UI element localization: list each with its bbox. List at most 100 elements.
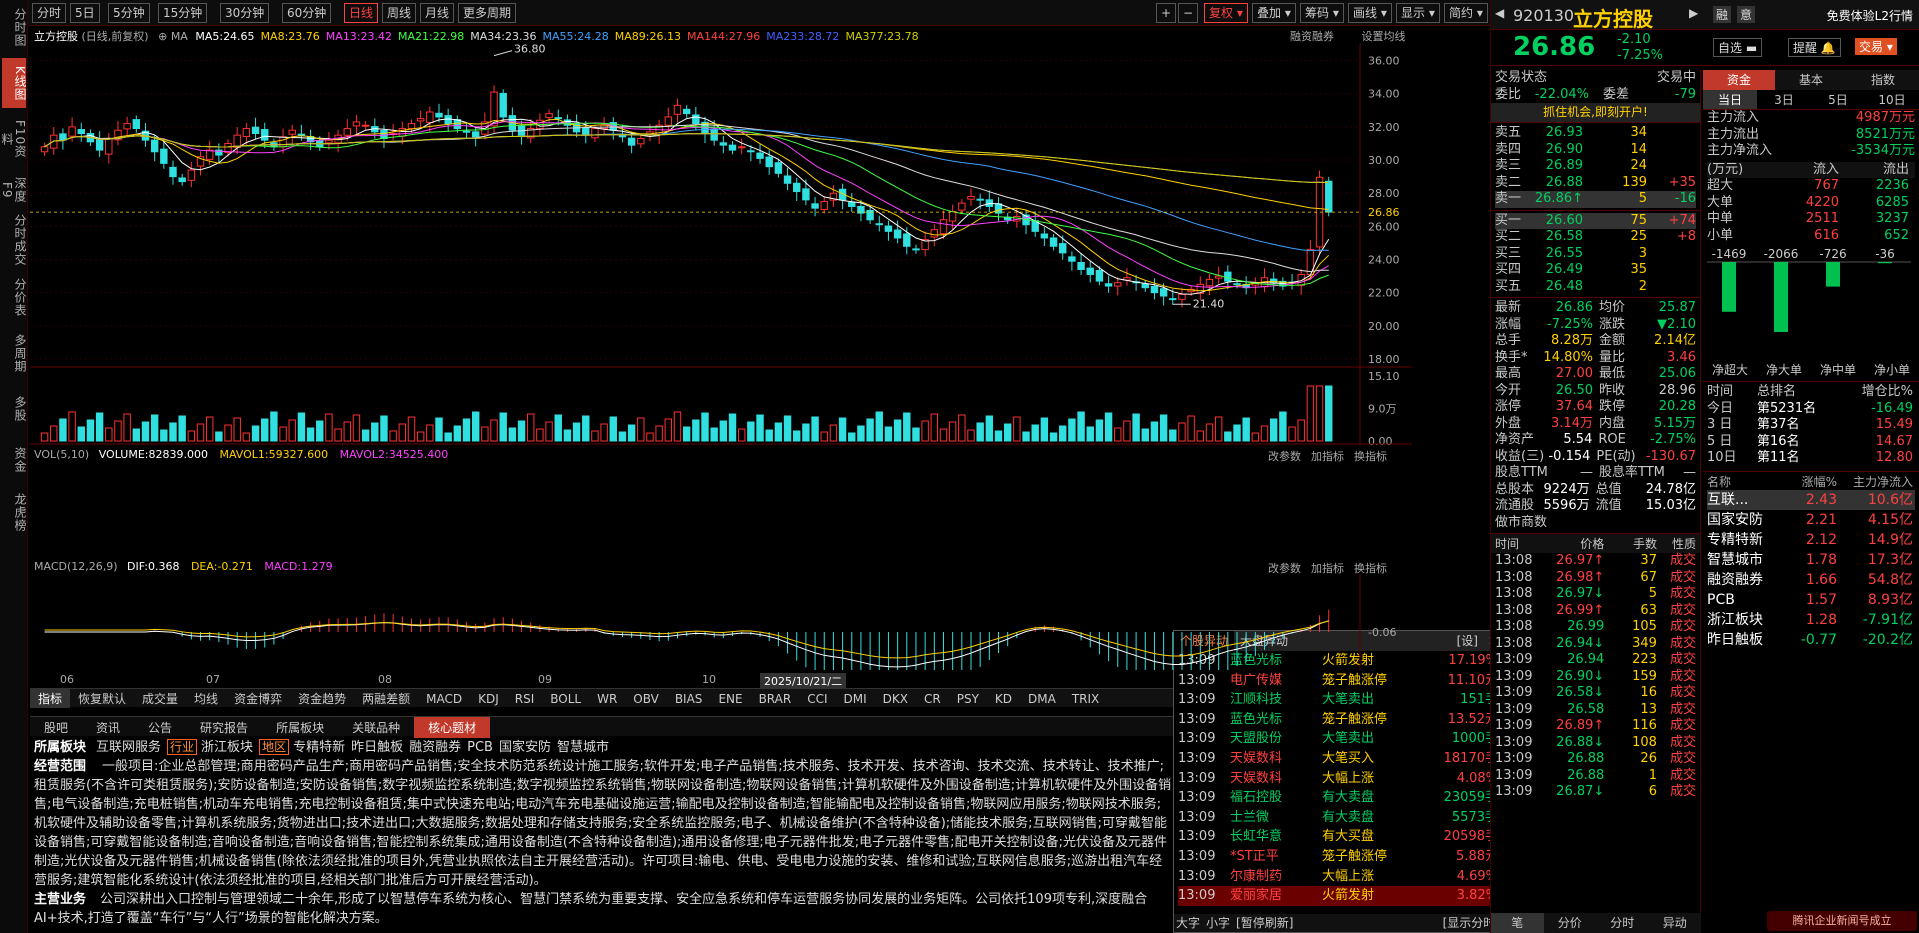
quote-bottom-tab-1[interactable]: 分价 <box>1544 913 1597 933</box>
info-tab-5[interactable]: 关联品种 <box>338 717 414 738</box>
indicator-tab-22[interactable]: DMA <box>1020 691 1064 707</box>
period-3[interactable]: 15分钟 <box>158 3 208 23</box>
sector-row[interactable]: 互联... 2.43 10.6亿 <box>1707 490 1915 510</box>
tool-3[interactable]: 画线 ▾ <box>1348 3 1392 23</box>
indicator-tab-23[interactable]: TRIX <box>1064 691 1107 707</box>
rail-item-5[interactable]: 分价表 <box>2 272 27 322</box>
quote-bottom-tab-0[interactable]: 笔 <box>1491 913 1544 933</box>
indicator-tab-3[interactable]: 均线 <box>186 689 226 708</box>
buy-row[interactable]: 买三 26.55 3 <box>1495 246 1696 263</box>
next-stock-icon[interactable]: ▶ <box>1689 6 1698 20</box>
period-6[interactable]: 日线 <box>344 3 379 23</box>
indicator-tab-17[interactable]: DMI <box>836 691 875 707</box>
alert-row[interactable]: 13:09 长虹华意 有大买盘 20598手 <box>1178 827 1504 847</box>
fund-tab-2[interactable]: 指数 <box>1847 70 1919 90</box>
fund-subtab-0[interactable]: 当日 <box>1703 90 1757 109</box>
alert-button[interactable]: 提醒 🔔 <box>1788 38 1841 57</box>
tool-4[interactable]: 显示 ▾ <box>1396 3 1440 23</box>
zoom-out-button[interactable]: − <box>1178 3 1199 23</box>
sector-name[interactable]: 互联网服务 <box>96 740 161 755</box>
sector-row[interactable]: 专精特新 2.12 14.9亿 <box>1707 530 1915 550</box>
alert-row[interactable]: 13:09 天娱数科 大笔买入 18170手 <box>1178 749 1504 769</box>
period-2[interactable]: 5分钟 <box>108 3 150 23</box>
rail-item-0[interactable]: 分时图 <box>2 2 27 52</box>
indicator-tab-6[interactable]: 两融差额 <box>354 689 418 708</box>
indicator-tab-15[interactable]: BRAR <box>751 691 800 707</box>
vol-add-indicator[interactable]: 加指标 <box>1311 450 1344 463</box>
quote-bottom-tab-2[interactable]: 分时 <box>1596 913 1649 933</box>
indicator-tab-7[interactable]: MACD <box>418 691 470 707</box>
sector-name[interactable]: 昨日触板 <box>351 740 403 755</box>
tool-1[interactable]: 叠加 ▾ <box>1252 3 1296 23</box>
tool-5[interactable]: 简约 ▾ <box>1444 3 1488 23</box>
buy-row[interactable]: 买五 26.48 2 <box>1495 279 1696 296</box>
period-5[interactable]: 60分钟 <box>282 3 332 23</box>
alert-settings-button[interactable]: [设] <box>1453 631 1482 651</box>
rail-item-3[interactable]: 深度F9 <box>0 170 27 210</box>
sector-row[interactable]: 昨日触板 -0.77 -20.2亿 <box>1707 630 1915 650</box>
indicator-tab-10[interactable]: BOLL <box>542 691 589 707</box>
alert-row[interactable]: 13:09 爱丽家居 火箭发射 3.82% <box>1178 886 1504 906</box>
sector-row[interactable]: 智慧城市 1.78 17.3亿 <box>1707 550 1915 570</box>
rail-item-4[interactable]: 分时成交 <box>2 214 27 266</box>
alert-row[interactable]: 13:09 福石控股 有大卖盘 23059手 <box>1178 788 1504 808</box>
tool-0[interactable]: 复权 ▾ <box>1204 3 1248 23</box>
rail-item-2[interactable]: F10资料 <box>0 114 27 164</box>
rail-item-1[interactable]: K线图 <box>2 58 27 108</box>
sell-row[interactable]: 卖一 26.86↑ 5 -16 <box>1495 191 1696 208</box>
candlestick-chart[interactable]: 36.00 34.00 32.00 30.00 28.00 26.00 24.00 22.00… <box>30 44 1412 445</box>
sector-name[interactable]: 专精特新 <box>293 740 345 755</box>
alert-row[interactable]: 13:09 蓝色光标 笼子触涨停 13.52元 <box>1178 710 1504 730</box>
indicator-tab-1[interactable]: 恢复默认 <box>70 689 134 708</box>
period-0[interactable]: 分时 <box>32 3 67 23</box>
sector-name[interactable]: 浙江板块 <box>201 740 253 755</box>
buy-row[interactable]: 买二 26.58 25 +8 <box>1495 229 1696 246</box>
sector-name[interactable]: 融资融券 <box>409 740 461 755</box>
period-1[interactable]: 5日 <box>70 3 100 23</box>
period-4[interactable]: 30分钟 <box>220 3 270 23</box>
indicator-tab-0[interactable]: 指标 <box>30 689 71 708</box>
info-tab-1[interactable]: 资讯 <box>82 717 134 738</box>
indicator-tab-12[interactable]: OBV <box>625 691 667 707</box>
indicator-tab-11[interactable]: WR <box>589 691 625 707</box>
buy-row[interactable]: 买一 26.60 75 +74 <box>1495 212 1696 229</box>
sector-row[interactable]: 国家安防 2.21 4.15亿 <box>1707 510 1915 530</box>
rail-item-9[interactable]: 龙虎榜 <box>2 486 27 538</box>
indicator-tab-20[interactable]: PSY <box>949 691 987 707</box>
indicator-tab-21[interactable]: KD <box>987 691 1020 707</box>
ma-settings-link[interactable]: 设置均线 <box>1362 30 1406 43</box>
deep-badge[interactable]: 意 <box>1737 6 1756 23</box>
sector-name[interactable]: 国家安防 <box>499 740 551 755</box>
info-tab-2[interactable]: 公告 <box>134 717 186 738</box>
zoom-in-button[interactable]: + <box>1156 3 1177 23</box>
margin-link[interactable]: 融资融券 <box>1290 30 1334 43</box>
ma-toggle-icon[interactable]: ⊕ <box>158 30 167 43</box>
period-8[interactable]: 月线 <box>420 3 455 23</box>
quote-bottom-tab-3[interactable]: 异动 <box>1649 913 1702 933</box>
info-tab-0[interactable]: 股吧 <box>30 717 82 738</box>
margin-badge[interactable]: 融 <box>1713 6 1732 23</box>
fund-subtab-2[interactable]: 5日 <box>1811 90 1865 109</box>
sector-row[interactable]: 浙江板块 1.28 -7.91亿 <box>1707 610 1915 630</box>
l2-promo-link[interactable]: 免费体验L2行情 <box>1827 7 1913 24</box>
sell-row[interactable]: 卖五 26.93 34 <box>1495 125 1696 142</box>
rail-item-7[interactable]: 多股 <box>2 384 27 434</box>
open-account-banner[interactable]: 抓住机会,即刻开户! <box>1491 103 1700 122</box>
fund-tab-0[interactable]: 资金 <box>1703 70 1775 90</box>
add-watchlist-button[interactable]: 自选 ▬ <box>1713 38 1763 57</box>
alert-row[interactable]: 13:09 天娱数科 大幅上涨 4.08% <box>1178 769 1504 789</box>
sector-name[interactable]: PCB <box>467 740 493 755</box>
small-font-button[interactable]: 小字 <box>1206 914 1230 932</box>
trade-button[interactable]: 交易 ▾ <box>1855 38 1897 55</box>
indicator-tab-18[interactable]: DKX <box>875 691 916 707</box>
sell-row[interactable]: 卖三 26.89 24 <box>1495 158 1696 175</box>
indicator-tab-19[interactable]: CR <box>916 691 949 707</box>
indicator-tab-4[interactable]: 资金博弈 <box>226 689 290 708</box>
sector-name[interactable]: 智慧城市 <box>557 740 609 755</box>
pause-refresh-button[interactable]: [暂停刷新] <box>1236 914 1293 932</box>
info-tab-6[interactable]: 核心题材 <box>414 717 491 738</box>
indicator-tab-2[interactable]: 成交量 <box>134 689 186 708</box>
alert-row[interactable]: 13:09 江顺科技 大笔卖出 151手 <box>1178 690 1504 710</box>
prev-stock-icon[interactable]: ◀ <box>1495 6 1504 20</box>
indicator-tab-14[interactable]: ENE <box>710 691 750 707</box>
